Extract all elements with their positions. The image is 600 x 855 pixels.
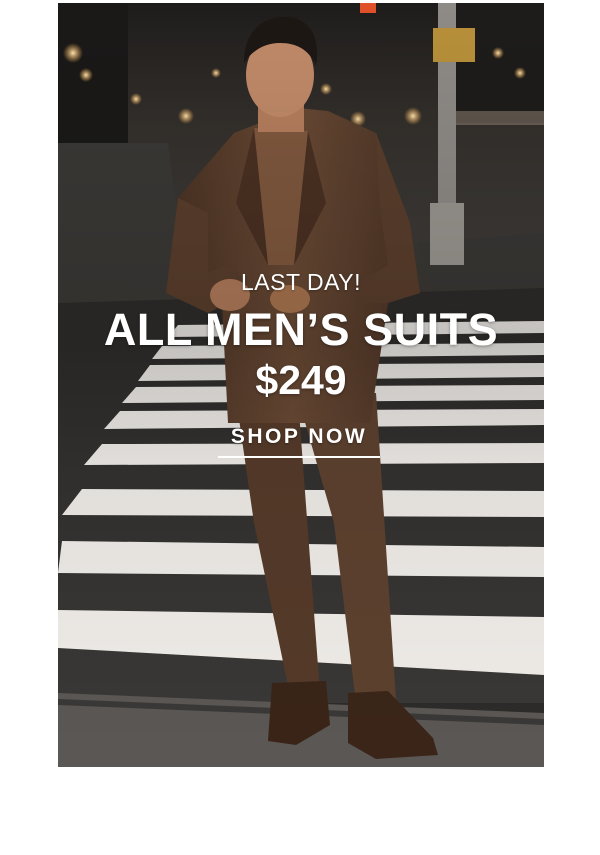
- shop-now-link[interactable]: SHOP NOW: [218, 425, 380, 458]
- promo-eyebrow: LAST DAY!: [241, 269, 361, 295]
- promo-price: $249: [255, 357, 347, 403]
- hero-banner[interactable]: LAST DAY! ALL MEN’S SUITS $249 SHOP NOW: [58, 3, 544, 767]
- promo-copy: LAST DAY! ALL MEN’S SUITS $249 SHOP NOW: [58, 3, 544, 767]
- email-page: LAST DAY! ALL MEN’S SUITS $249 SHOP NOW: [0, 0, 600, 855]
- promo-headline: ALL MEN’S SUITS: [103, 304, 499, 355]
